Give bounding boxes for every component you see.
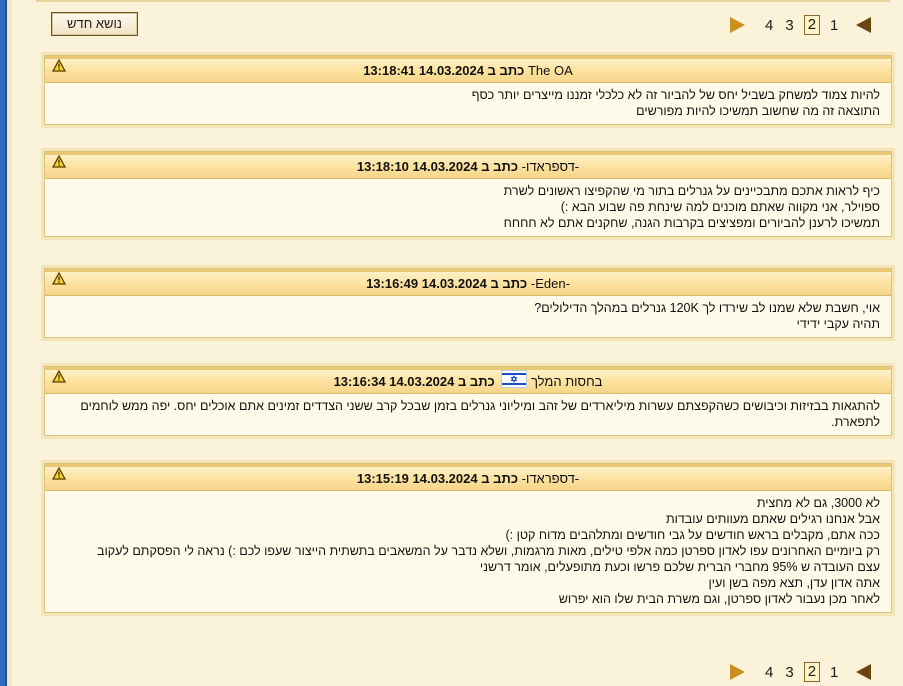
post-author[interactable]: -דספראדו-	[522, 471, 580, 486]
prev-page-icon[interactable]	[856, 17, 872, 33]
post-line: תהיה עקבי ידידי	[796, 317, 880, 331]
post-datetime: 14.03.2024 13:16:34	[333, 374, 455, 389]
left-frame-border	[0, 0, 12, 686]
post-line: לא 3000, גם לא מחצית	[756, 496, 880, 510]
top-toolbar: נושא חדש 4 3 2 1	[0, 8, 903, 38]
post-datetime: 14.03.2024 13:18:41	[363, 63, 484, 78]
prev-page-icon[interactable]	[856, 664, 872, 680]
warning-icon[interactable]	[52, 272, 66, 285]
page-link-3[interactable]: 3	[785, 664, 793, 681]
post-author[interactable]: בחסות המלך	[531, 374, 602, 389]
pagination-top: 4 3 2 1	[730, 13, 872, 37]
page-link-1[interactable]: 1	[830, 664, 838, 681]
post-line: רק ביומיים האחרונים עפו לאדון ספרטן כמה …	[96, 544, 880, 558]
post-datetime: 14.03.2024 13:18:10	[356, 159, 478, 174]
post-line: ככה אתם, מקבלים בראש חודשים על גבי חודשי…	[505, 528, 880, 542]
post-author[interactable]: The OA	[528, 63, 573, 78]
post-line: ספוילר, אני מקווה שאתם מוכנים למה שינחת …	[560, 200, 880, 214]
post-4: בחסות המלך כתב ב 14.03.2024 13:16:34 להת…	[44, 366, 892, 436]
post-body: כיף לראות אתכם מתבכיינים על גנרלים בתור …	[45, 179, 891, 236]
page-link-3[interactable]: 3	[785, 17, 793, 34]
next-page-icon[interactable]	[730, 17, 745, 33]
post-3: -Eden- כתב ב 14.03.2024 13:16:49 אוי, חש…	[44, 268, 892, 338]
post-line: להתגאות בבזיזות וכיבושים כשהקפצתם עשרות …	[80, 399, 880, 429]
page-link-1[interactable]: 1	[830, 17, 838, 34]
warning-icon[interactable]	[52, 155, 66, 168]
page-link-4[interactable]: 4	[765, 17, 773, 34]
post-header: בחסות המלך כתב ב 14.03.2024 13:16:34	[45, 367, 891, 394]
post-1: The OA כתב ב 14.03.2024 13:18:41 להיות צ…	[44, 55, 892, 125]
post-datetime: 14.03.2024 13:15:19	[356, 471, 478, 486]
post-header: -Eden- כתב ב 14.03.2024 13:16:49	[45, 269, 891, 296]
new-topic-button[interactable]: נושא חדש	[51, 12, 138, 36]
israel-flag-icon	[501, 370, 528, 388]
post-author[interactable]: -Eden-	[531, 276, 570, 291]
post-body: להתגאות בבזיזות וכיבושים כשהקפצתם עשרות …	[45, 394, 891, 435]
written-label: כתב ב	[487, 63, 525, 78]
page-link-4[interactable]: 4	[765, 664, 773, 681]
post-line: כיף לראות אתכם מתבכיינים על גנרלים בתור …	[503, 184, 880, 198]
written-label: כתב ב	[457, 374, 495, 389]
warning-icon[interactable]	[52, 59, 66, 72]
page-current-2: 2	[803, 15, 821, 35]
post-header: -דספראדו- כתב ב 14.03.2024 13:15:19	[45, 464, 891, 491]
post-2: -דספראדו- כתב ב 14.03.2024 13:18:10 כיף …	[44, 151, 892, 237]
post-line: אתה אדון עדן, תצא מפה בשן ועין	[708, 576, 880, 590]
post-header: -דספראדו- כתב ב 14.03.2024 13:18:10	[45, 152, 891, 179]
post-datetime: 14.03.2024 13:16:49	[366, 276, 487, 291]
post-body: אוי, חשבת שלא שמנו לב שירדו לך 120K גנרל…	[45, 296, 891, 337]
post-line: אוי, חשבת שלא שמנו לב שירדו לך 120K גנרל…	[534, 301, 880, 315]
page-current-2: 2	[803, 662, 821, 682]
post-author[interactable]: -דספראדו-	[522, 159, 580, 174]
post-line: התוצאה זה מה שחשוב תמשיכו להיות מפורשים	[636, 104, 880, 118]
warning-icon[interactable]	[52, 467, 66, 480]
post-body: להיות צמוד למשחק בשביל יחס של להביור זה …	[45, 83, 891, 124]
written-label: כתב ב	[490, 276, 528, 291]
written-label: כתב ב	[481, 159, 519, 174]
post-line: לאחר מכן נעבור לאדון ספרטן, וגם משרת הבי…	[558, 592, 880, 606]
post-header: The OA כתב ב 14.03.2024 13:18:41	[45, 56, 891, 83]
written-label: כתב ב	[481, 471, 519, 486]
warning-icon[interactable]	[52, 370, 66, 383]
post-body: לא 3000, גם לא מחצית אבל אנחנו רגילים שא…	[45, 491, 891, 612]
top-divider	[36, 0, 890, 2]
pagination-bottom: 4 3 2 1	[730, 660, 872, 684]
post-line: תמשיכו לרענן להביורים ומפציצים בקרבות הג…	[503, 216, 880, 230]
post-5: -דספראדו- כתב ב 14.03.2024 13:15:19 לא 3…	[44, 463, 892, 613]
post-line: להיות צמוד למשחק בשביל יחס של להביור זה …	[471, 88, 880, 102]
post-line: עצם העובדה ש 95% מחברי הברית שלכם פרשו ו…	[479, 560, 880, 574]
next-page-icon[interactable]	[730, 664, 745, 680]
post-line: אבל אנחנו רגילים שאתם מעוותים עובדות	[665, 512, 880, 526]
